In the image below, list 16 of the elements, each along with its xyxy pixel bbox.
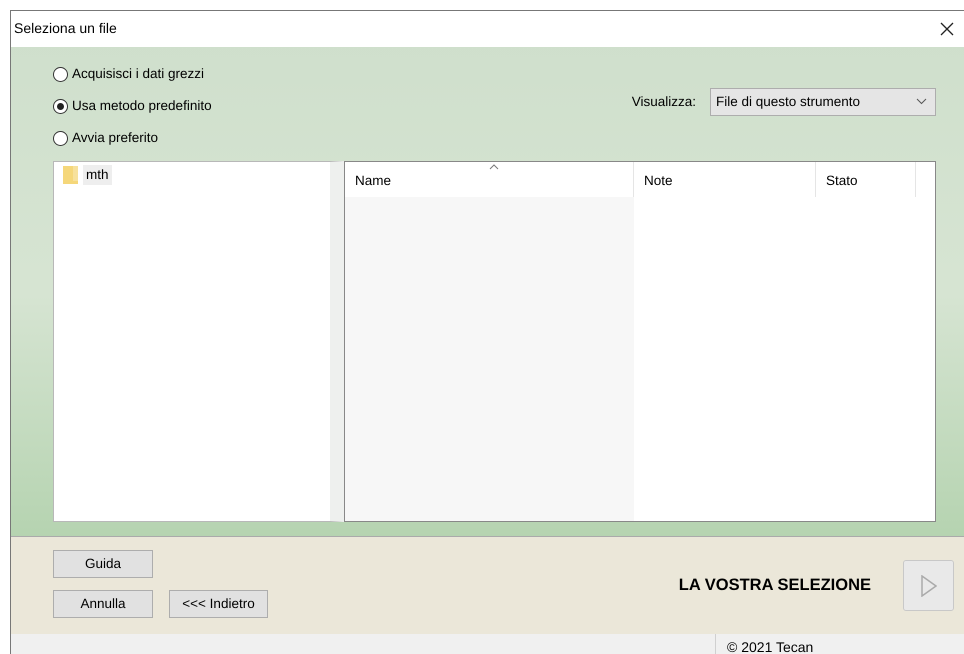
radio-option[interactable]: Acquisisci i dati grezzi (53, 64, 212, 84)
window-title: Seleziona un file (14, 19, 117, 38)
chevron-down-icon (916, 98, 927, 106)
view-dropdown[interactable]: File di questo strumento (710, 88, 936, 116)
back-button[interactable]: <<< Indietro (169, 590, 268, 618)
view-label: Visualizza: (632, 92, 696, 111)
sort-caret-icon (489, 164, 499, 170)
copyright-text: © 2021 Tecan (715, 634, 814, 654)
play-icon (920, 574, 936, 597)
help-button[interactable]: Guida (53, 550, 153, 578)
radio-option[interactable]: Usa metodo predefinito (53, 96, 212, 116)
selection-heading: LA VOSTRA SELEZIONE (678, 575, 871, 596)
cancel-button[interactable]: Annulla (53, 590, 153, 618)
folder-icon (62, 164, 79, 185)
radio-option[interactable]: Avvia preferito (53, 128, 212, 149)
close-icon (940, 22, 954, 36)
